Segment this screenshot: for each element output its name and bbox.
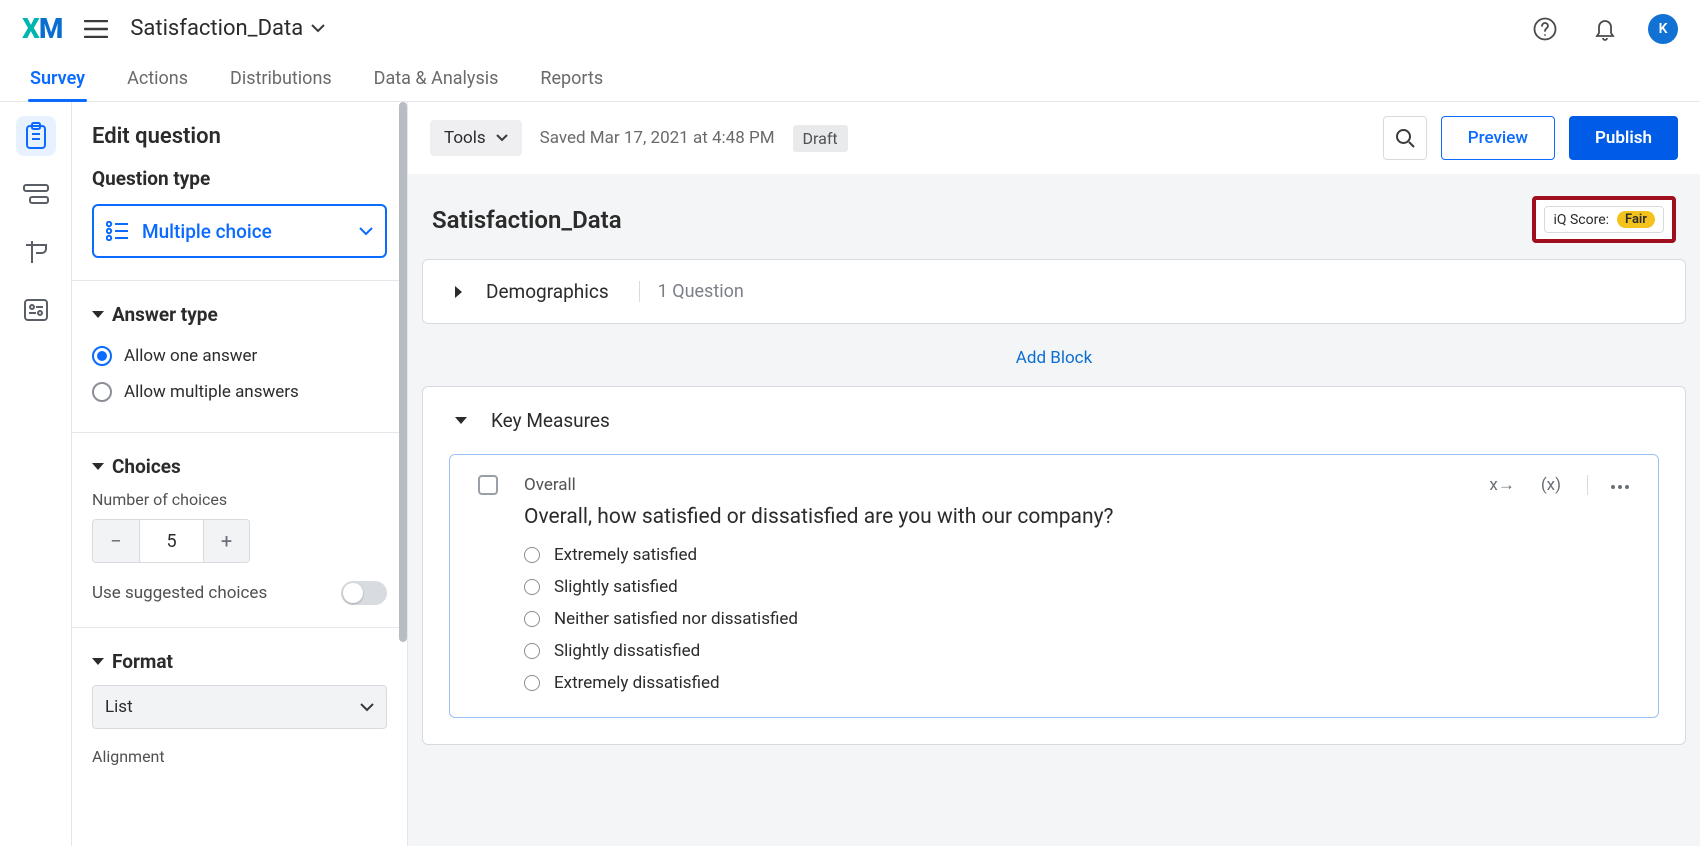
left-rail xyxy=(0,102,72,846)
radio-icon xyxy=(92,346,112,366)
caret-down-icon xyxy=(92,463,104,470)
caret-right-icon xyxy=(455,286,462,298)
rail-options-icon[interactable] xyxy=(16,290,56,330)
radio-icon xyxy=(524,579,540,595)
question-type-selector[interactable]: Multiple choice xyxy=(92,204,387,258)
notifications-icon[interactable] xyxy=(1588,12,1622,46)
radio-allow-one[interactable]: Allow one answer xyxy=(92,338,387,374)
skip-logic-icon[interactable]: x→ xyxy=(1489,475,1514,495)
rail-edit-icon[interactable] xyxy=(16,116,56,156)
hamburger-icon[interactable] xyxy=(84,20,108,38)
canvas-toolbar: Tools Saved Mar 17, 2021 at 4:48 PM Draf… xyxy=(408,102,1700,174)
iq-score-value: Fair xyxy=(1617,211,1655,228)
caret-down-icon xyxy=(92,658,104,665)
edit-question-panel: Edit question Question type Multiple cho… xyxy=(72,102,408,846)
question-type-value: Multiple choice xyxy=(142,220,272,243)
tab-survey[interactable]: Survey xyxy=(28,68,87,101)
survey-canvas: Satisfaction_Data iQ Score: Fair Demogra… xyxy=(408,174,1700,846)
question-type-heading: Question type xyxy=(92,167,387,190)
scrollbar[interactable] xyxy=(399,102,407,846)
chevron-down-icon xyxy=(359,227,373,236)
suggested-choices-label: Use suggested choices xyxy=(92,583,267,603)
choice-item[interactable]: Slightly dissatisfied xyxy=(524,641,1630,661)
block-key-measures: Key Measures Overall x→ (x) xyxy=(422,386,1686,745)
choice-item[interactable]: Extremely dissatisfied xyxy=(524,673,1630,693)
stepper-increment[interactable]: + xyxy=(203,520,249,562)
rail-look-feel-icon[interactable] xyxy=(16,232,56,272)
divider xyxy=(72,280,407,281)
rail-flow-icon[interactable] xyxy=(16,174,56,214)
piped-text-icon[interactable]: (x) xyxy=(1541,475,1561,495)
choices-stepper: − 5 + xyxy=(92,519,250,563)
radio-icon xyxy=(524,675,540,691)
divider xyxy=(72,432,407,433)
main-tabs: Survey Actions Distributions Data & Anal… xyxy=(0,58,1700,102)
block-title: Demographics xyxy=(486,280,609,303)
chevron-down-icon xyxy=(360,703,374,712)
question-card[interactable]: Overall x→ (x) Overall, how satisfied or… xyxy=(449,454,1659,718)
caret-down-icon xyxy=(92,311,104,318)
choice-item[interactable]: Slightly satisfied xyxy=(524,577,1630,597)
tab-distributions[interactable]: Distributions xyxy=(228,68,334,101)
iq-score-highlight: iQ Score: Fair xyxy=(1532,196,1676,243)
choice-list: Extremely satisfied Slightly satisfied N… xyxy=(524,545,1630,693)
block-demographics[interactable]: Demographics 1 Question xyxy=(422,259,1686,324)
iq-score-button[interactable]: iQ Score: Fair xyxy=(1544,206,1664,233)
alignment-label: Alignment xyxy=(92,747,387,766)
radio-icon xyxy=(524,547,540,563)
search-button[interactable] xyxy=(1383,116,1427,160)
choice-item[interactable]: Extremely satisfied xyxy=(524,545,1630,565)
block-question-count: 1 Question xyxy=(639,281,744,302)
block-title: Key Measures xyxy=(491,409,610,432)
tab-actions[interactable]: Actions xyxy=(125,68,190,101)
suggested-choices-toggle[interactable] xyxy=(341,581,387,605)
block-header[interactable]: Key Measures xyxy=(423,387,1685,448)
avatar[interactable]: K xyxy=(1648,14,1678,44)
question-label: Overall xyxy=(524,475,576,495)
top-bar: XM Satisfaction_Data K xyxy=(0,0,1700,58)
tab-data-analysis[interactable]: Data & Analysis xyxy=(372,68,501,101)
chevron-down-icon xyxy=(496,134,508,142)
choices-toggle[interactable]: Choices xyxy=(92,455,387,478)
tab-reports[interactable]: Reports xyxy=(538,68,605,101)
radio-allow-multiple[interactable]: Allow multiple answers xyxy=(92,374,387,410)
search-icon xyxy=(1395,128,1415,148)
radio-icon xyxy=(524,643,540,659)
format-toggle[interactable]: Format xyxy=(92,650,387,673)
answer-type-toggle[interactable]: Answer type xyxy=(92,303,387,326)
question-text[interactable]: Overall, how satisfied or dissatisfied a… xyxy=(524,505,1630,529)
preview-button[interactable]: Preview xyxy=(1441,116,1555,160)
question-more-icon[interactable] xyxy=(1587,475,1630,495)
question-checkbox[interactable] xyxy=(478,475,498,495)
choices-count-label: Number of choices xyxy=(92,490,387,509)
tools-menu[interactable]: Tools xyxy=(430,120,522,156)
radio-icon xyxy=(524,611,540,627)
choice-item[interactable]: Neither satisfied nor dissatisfied xyxy=(524,609,1630,629)
radio-icon xyxy=(92,382,112,402)
stepper-value: 5 xyxy=(139,520,203,562)
format-select[interactable]: List xyxy=(92,685,387,729)
draft-badge: Draft xyxy=(793,125,848,152)
iq-score-label: iQ Score: xyxy=(1553,212,1609,228)
caret-down-icon xyxy=(455,417,467,424)
add-block-link[interactable]: Add Block xyxy=(422,338,1686,386)
project-name: Satisfaction_Data xyxy=(130,16,303,41)
panel-title: Edit question xyxy=(92,124,387,149)
saved-timestamp: Saved Mar 17, 2021 at 4:48 PM xyxy=(540,128,775,148)
publish-button[interactable]: Publish xyxy=(1569,116,1678,160)
help-icon[interactable] xyxy=(1528,12,1562,46)
project-switcher[interactable]: Satisfaction_Data xyxy=(130,16,325,41)
chevron-down-icon xyxy=(311,24,325,33)
survey-title: Satisfaction_Data xyxy=(432,206,622,234)
xm-logo: XM xyxy=(22,12,62,45)
divider xyxy=(72,627,407,628)
multiple-choice-icon xyxy=(106,221,128,241)
stepper-decrement[interactable]: − xyxy=(93,520,139,562)
